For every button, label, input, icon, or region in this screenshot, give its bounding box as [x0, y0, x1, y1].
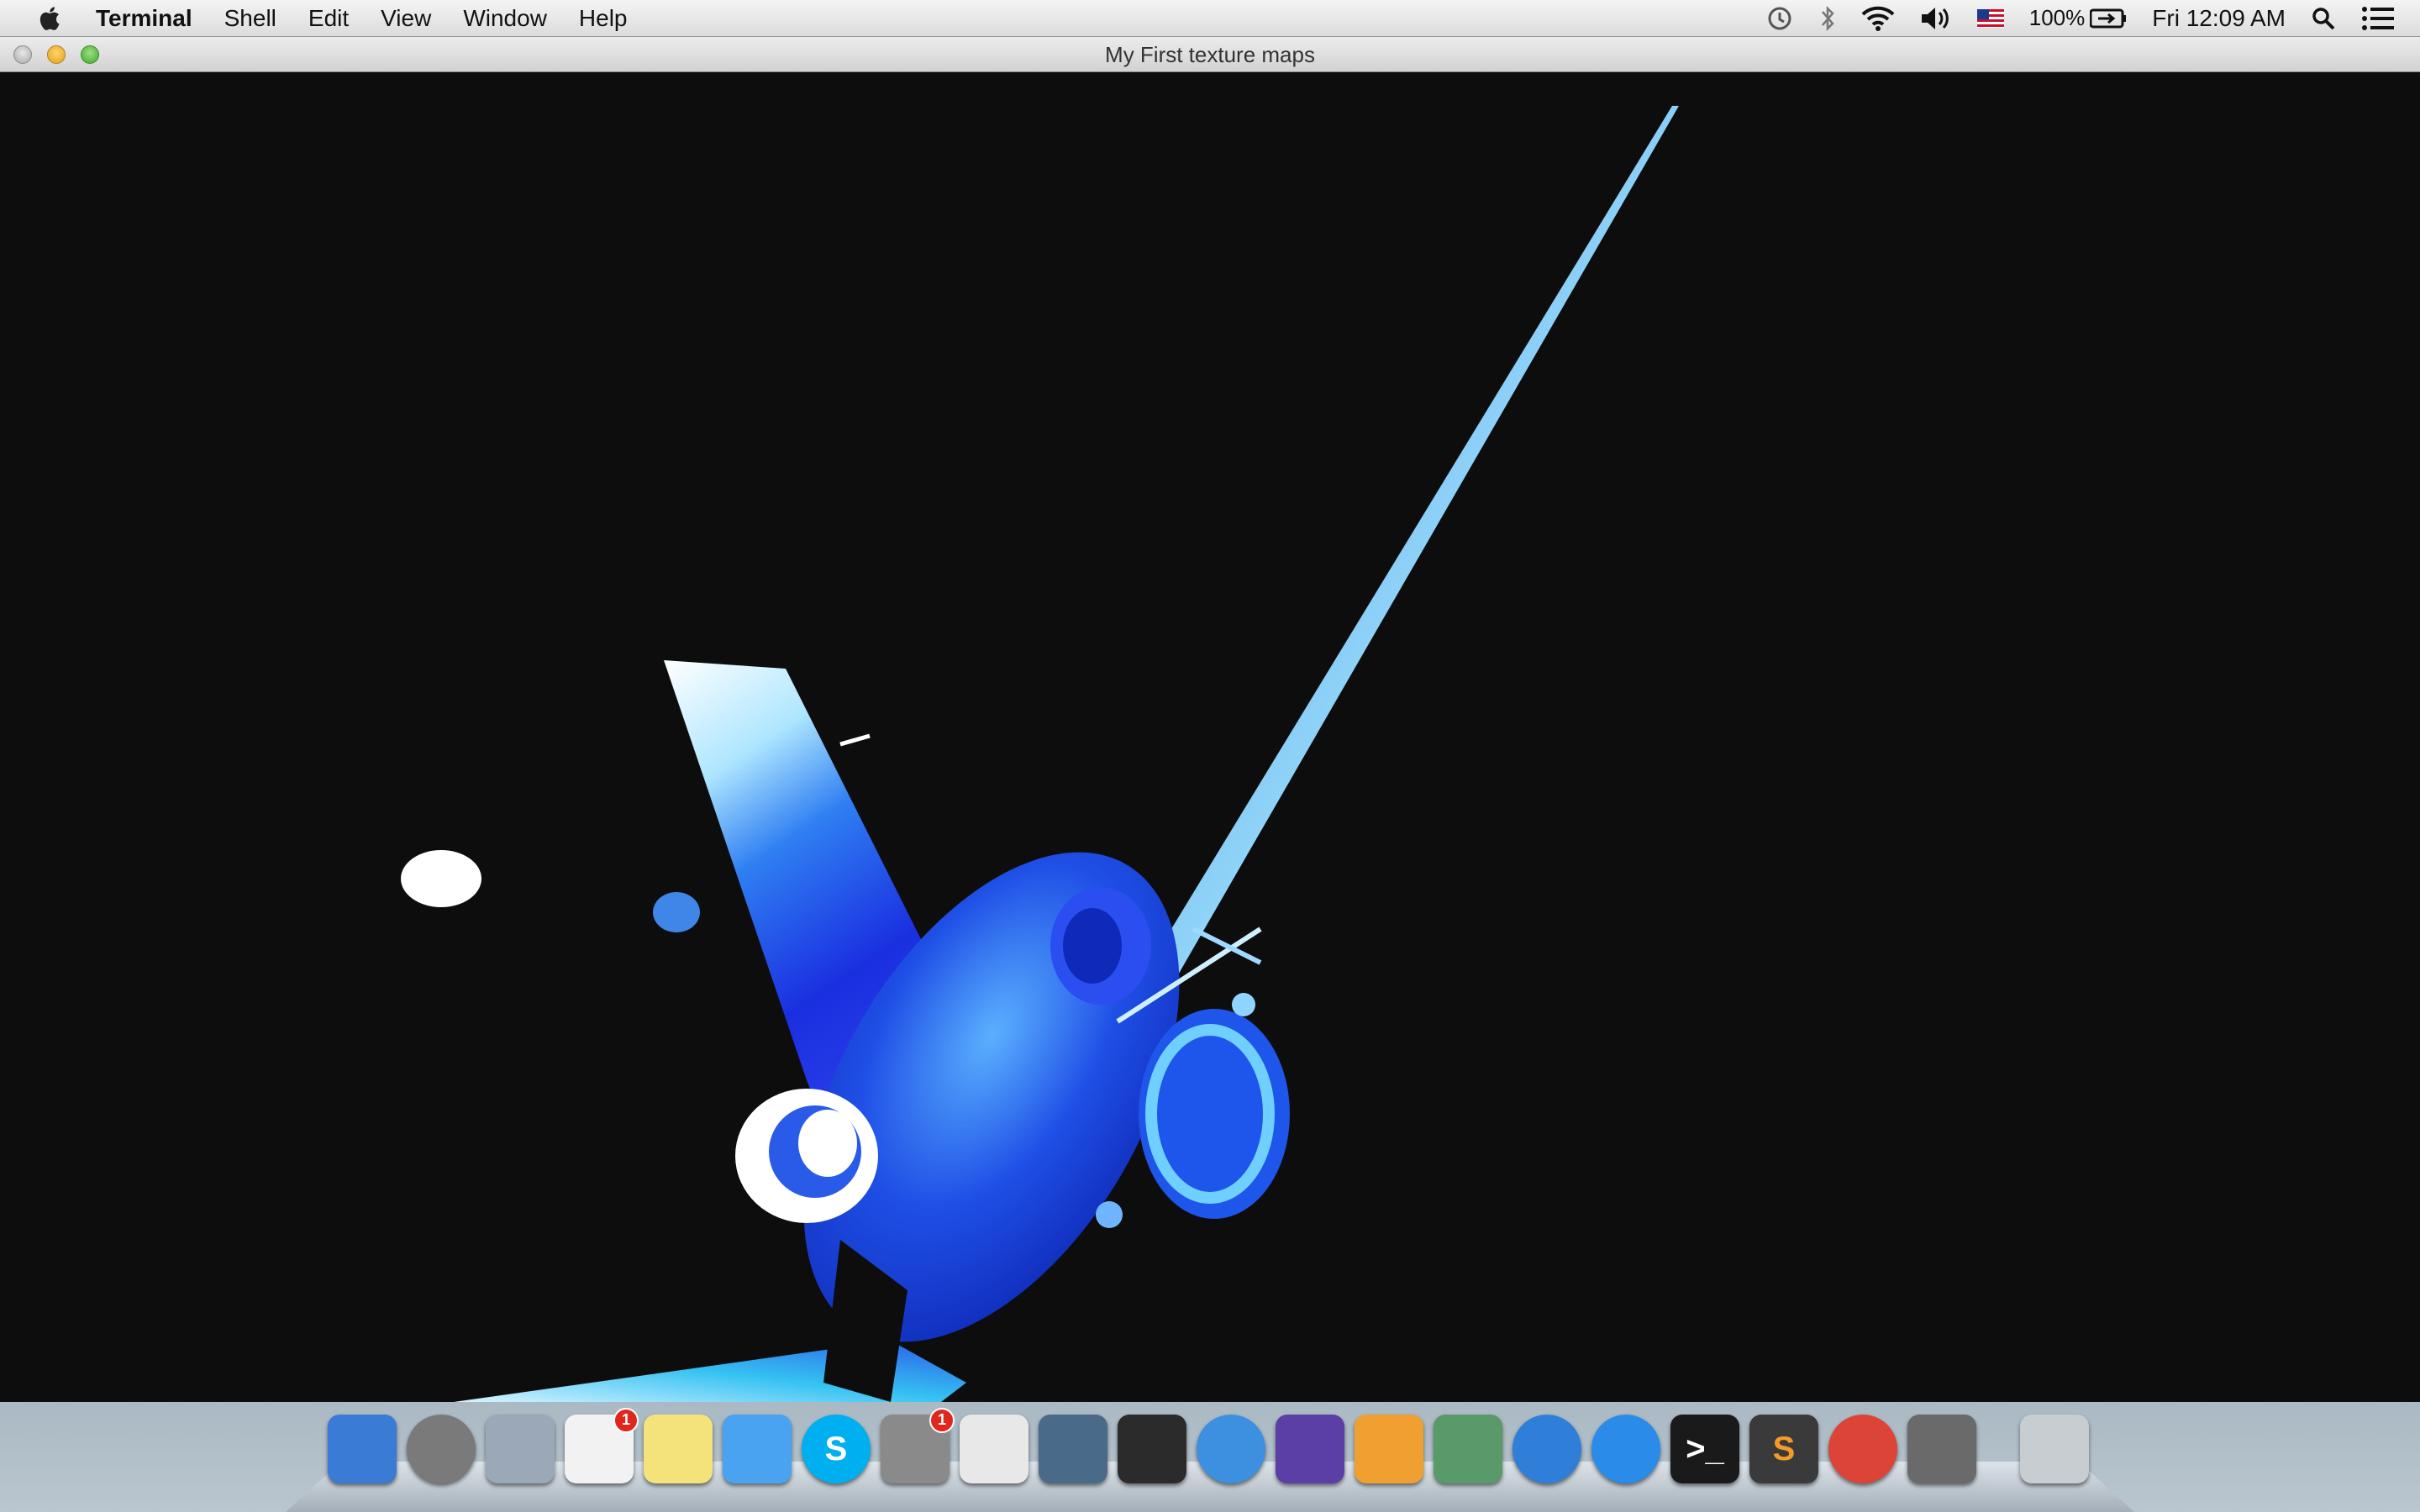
app-window: My First texture maps	[0, 37, 2420, 1402]
window-title: My First texture maps	[1105, 42, 1315, 67]
apple-menu-icon[interactable]	[30, 0, 67, 37]
app-store-icon[interactable]	[1591, 1415, 1660, 1483]
skype-icon[interactable]: S	[802, 1415, 871, 1483]
calendar-icon[interactable]	[960, 1415, 1028, 1483]
menu-edit[interactable]: Edit	[308, 5, 349, 32]
opengl-render-viewport[interactable]	[0, 72, 2420, 1402]
opengl-window-icon[interactable]	[1907, 1415, 1976, 1483]
notification-center-icon[interactable]	[2361, 6, 2395, 31]
launchpad-icon[interactable]	[407, 1415, 476, 1483]
menu-shell[interactable]: Shell	[224, 5, 276, 32]
menu-bar: Terminal Shell Edit View Window Help 100…	[0, 0, 2420, 37]
notification-badge: 1	[613, 1408, 639, 1433]
itunes-icon[interactable]	[1512, 1415, 1581, 1483]
imovie-icon[interactable]	[1276, 1415, 1344, 1483]
menu-app-terminal[interactable]: Terminal	[96, 5, 192, 32]
spotlight-search-icon[interactable]	[2311, 6, 2336, 31]
time-machine-icon[interactable]	[1765, 4, 1794, 33]
terminal-glyph: >_	[1686, 1430, 1724, 1467]
window-titlebar[interactable]: My First texture maps	[0, 37, 2420, 72]
final-cut-icon[interactable]	[1118, 1415, 1186, 1483]
notification-badge: 1	[929, 1408, 955, 1433]
stickies-icon[interactable]	[644, 1415, 713, 1483]
facetime-icon[interactable]: 1	[881, 1408, 955, 1483]
airplane-render	[401, 106, 1679, 1402]
sublime-text-glyph: S	[1772, 1430, 1796, 1467]
battery-percent: 100%	[2028, 5, 2086, 30]
starcraft-icon[interactable]	[1039, 1415, 1107, 1483]
finder-icon[interactable]	[328, 1415, 397, 1483]
chrome-icon[interactable]	[1828, 1415, 1897, 1483]
terminal-icon[interactable]: >_	[1670, 1415, 1739, 1483]
bluetooth-icon[interactable]	[1819, 5, 1836, 32]
dock: 1 S 1 >_ S	[286, 1408, 2134, 1512]
pages-icon[interactable]	[1355, 1415, 1423, 1483]
us-flag-input-icon[interactable]	[1976, 8, 2004, 28]
wifi-icon[interactable]	[1861, 6, 1895, 31]
volume-icon[interactable]	[1920, 6, 1952, 31]
menu-view[interactable]: View	[381, 5, 431, 32]
menu-help[interactable]: Help	[579, 5, 628, 32]
safari-icon[interactable]	[1197, 1415, 1265, 1483]
menu-clock[interactable]: Fri 12:09 AM	[2152, 5, 2286, 32]
battery-icon[interactable]	[2090, 8, 2127, 29]
iphoto-icon[interactable]	[1434, 1415, 1502, 1483]
messages-icon[interactable]	[723, 1415, 792, 1483]
trash-icon[interactable]	[2020, 1415, 2089, 1483]
reminders-icon[interactable]: 1	[565, 1408, 639, 1483]
mail-stamp-icon[interactable]	[486, 1415, 555, 1483]
menu-window[interactable]: Window	[463, 5, 547, 32]
skype-glyph: S	[824, 1430, 848, 1467]
sublime-text-icon[interactable]: S	[1749, 1415, 1818, 1483]
